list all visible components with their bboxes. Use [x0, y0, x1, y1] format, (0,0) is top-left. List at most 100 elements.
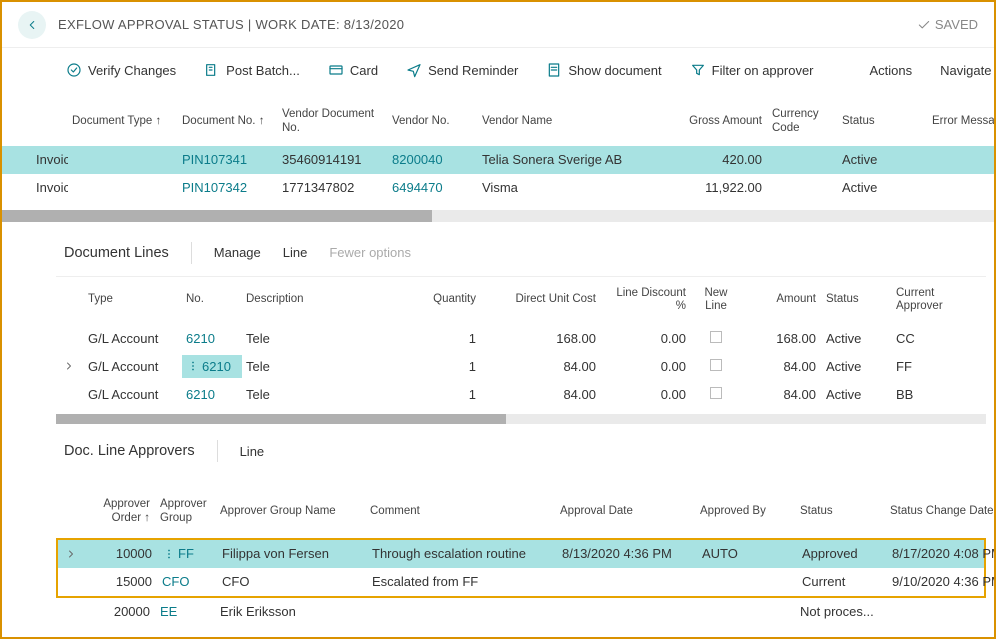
- cell-no[interactable]: 6210: [186, 331, 215, 346]
- cell-amount: 84.00: [742, 355, 822, 378]
- cell-group[interactable]: FF: [178, 546, 194, 561]
- cell-group-name: Filippa von Fersen: [218, 542, 368, 565]
- cell-qty: 1: [382, 383, 482, 406]
- card-button[interactable]: Card: [328, 62, 378, 78]
- col-currency[interactable]: Currency Code: [768, 106, 838, 138]
- cell-newline[interactable]: [692, 383, 742, 406]
- cell-newline[interactable]: [692, 355, 742, 378]
- cell-desc: Tele: [242, 355, 382, 378]
- approvers-header: Doc. Line Approvers Line: [56, 430, 986, 472]
- approver-row[interactable]: 20000EEErik ErikssonNot proces...: [56, 598, 986, 626]
- cell-gross: 11,922.00: [658, 176, 768, 199]
- doc-lines-header: Document Lines Manage Line Fewer options: [56, 232, 986, 274]
- doc-line-row[interactable]: G/L Account6210Tele1168.000.00168.00Acti…: [56, 324, 986, 352]
- col-doc-type[interactable]: Document Type ↑: [68, 113, 178, 131]
- cell-vendor-doc-no: 35460914191: [278, 148, 388, 171]
- document-icon: [546, 62, 562, 78]
- cell-vendor-no[interactable]: 8200040: [388, 148, 478, 171]
- row-menu-icon[interactable]: [186, 359, 200, 373]
- cell-desc: Tele: [242, 383, 382, 406]
- col-vendor-name[interactable]: Vendor Name: [478, 113, 658, 131]
- post-icon: [204, 62, 220, 78]
- cell-order: 10000: [86, 542, 158, 565]
- approvers-line-menu[interactable]: Line: [240, 444, 265, 459]
- cell-cost: 168.00: [482, 327, 602, 350]
- row-indicator: [56, 356, 84, 376]
- navigate-menu[interactable]: Navigate: [940, 63, 991, 78]
- row-menu-icon[interactable]: [162, 547, 176, 561]
- send-reminder-button[interactable]: Send Reminder: [406, 62, 518, 78]
- document-row[interactable]: InvoicePIN10734217713478026494470Visma11…: [2, 174, 994, 202]
- documents-grid: Document Type ↑ Document No. ↑ Vendor Do…: [2, 98, 994, 202]
- cell-disc: 0.00: [602, 383, 692, 406]
- cell-qty: 1: [382, 355, 482, 378]
- show-document-button[interactable]: Show document: [546, 62, 661, 78]
- cell-disc: 0.00: [602, 327, 692, 350]
- cell-line-status: Active: [822, 383, 892, 406]
- approvers-title: Doc. Line Approvers: [64, 443, 195, 459]
- row-arrow-icon: [0, 146, 2, 174]
- cell-status: Active: [838, 148, 928, 171]
- saved-indicator: SAVED: [917, 17, 978, 32]
- doc-line-row[interactable]: G/L Account6210Tele184.000.0084.00Active…: [56, 352, 986, 380]
- cell-change-date: 9/10/2020 4:36 PM: [888, 570, 996, 593]
- cell-type: G/L Account: [84, 355, 182, 378]
- verify-changes-button[interactable]: Verify Changes: [66, 62, 176, 78]
- cell-comment: Through escalation routine: [368, 542, 558, 565]
- cell-order: 15000: [86, 570, 158, 593]
- cell-no[interactable]: 6210: [202, 359, 231, 374]
- check-circle-icon: [66, 62, 82, 78]
- back-button[interactable]: [18, 11, 46, 39]
- cell-approved-by: AUTO: [698, 542, 798, 565]
- approvers-grid: Approver Order ↑ Approver Group Approver…: [56, 488, 986, 536]
- cell-approver: BB: [892, 383, 972, 406]
- cell-group[interactable]: CFO: [162, 574, 189, 589]
- cell-group-name: CFO: [218, 570, 368, 593]
- col-vendor-doc-no[interactable]: Vendor Document No.: [278, 106, 388, 138]
- col-vendor-no[interactable]: Vendor No.: [388, 113, 478, 131]
- scrollbar-main[interactable]: [2, 210, 994, 222]
- cell-change-date: 8/17/2020 4:08 PM: [888, 542, 996, 565]
- approver-row[interactable]: 10000 FF Filippa von FersenThrough escalat…: [58, 540, 984, 568]
- highlighted-approver-rows: 10000 FF Filippa von FersenThrough escalat…: [56, 538, 986, 598]
- actions-menu[interactable]: Actions: [870, 63, 913, 78]
- fewer-options-lines[interactable]: Fewer options: [329, 245, 411, 260]
- cell-approved-by: [698, 578, 798, 586]
- cell-amount: 84.00: [742, 383, 822, 406]
- cell-qty: 1: [382, 327, 482, 350]
- line-menu[interactable]: Line: [283, 245, 308, 260]
- col-gross[interactable]: Gross Amount: [658, 113, 768, 131]
- cell-doc-type: Invoice: [36, 152, 68, 167]
- col-status[interactable]: Status: [838, 113, 928, 131]
- document-row[interactable]: InvoicePIN107341354609141918200040Telia …: [2, 146, 994, 174]
- cell-doc-no[interactable]: PIN107342: [178, 176, 278, 199]
- col-error[interactable]: Error Message: [928, 113, 996, 131]
- approvers-grid-header: Approver Order ↑ Approver Group Approver…: [56, 488, 986, 536]
- doc-line-row[interactable]: G/L Account6210Tele184.000.0084.00Active…: [56, 380, 986, 408]
- cell-disc: 0.00: [602, 355, 692, 378]
- cell-comment: Escalated from FF: [368, 570, 558, 593]
- doc-lines-grid: Type No. Description Quantity Direct Uni…: [56, 276, 986, 409]
- documents-grid-header: Document Type ↑ Document No. ↑ Vendor Do…: [2, 98, 994, 146]
- scrollbar-lines[interactable]: [56, 414, 986, 424]
- cell-vendor-doc-no: 1771347802: [278, 176, 388, 199]
- col-doc-no[interactable]: Document No. ↑: [178, 113, 278, 131]
- manage-menu[interactable]: Manage: [214, 245, 261, 260]
- cell-order: 20000: [84, 600, 156, 623]
- post-batch-button[interactable]: Post Batch...: [204, 62, 300, 78]
- cell-approver-status: Not proces...: [796, 600, 886, 623]
- cell-change-date: [886, 608, 996, 616]
- action-toolbar: Verify Changes Post Batch... Card Send R…: [2, 48, 994, 92]
- approver-row[interactable]: 15000CFOCFOEscalated from FFCurrent9/10/…: [58, 568, 984, 596]
- cell-approval-date: [556, 608, 696, 616]
- row-indicator: [56, 390, 84, 398]
- filter-approver-button[interactable]: Filter on approver: [690, 62, 814, 78]
- cell-status: Active: [838, 176, 928, 199]
- cell-approved-by: [696, 608, 796, 616]
- cell-group[interactable]: EE: [160, 604, 177, 619]
- cell-currency: [768, 184, 838, 192]
- cell-doc-no[interactable]: PIN107341: [178, 148, 278, 171]
- cell-vendor-no[interactable]: 6494470: [388, 176, 478, 199]
- cell-newline[interactable]: [692, 327, 742, 350]
- cell-no[interactable]: 6210: [186, 387, 215, 402]
